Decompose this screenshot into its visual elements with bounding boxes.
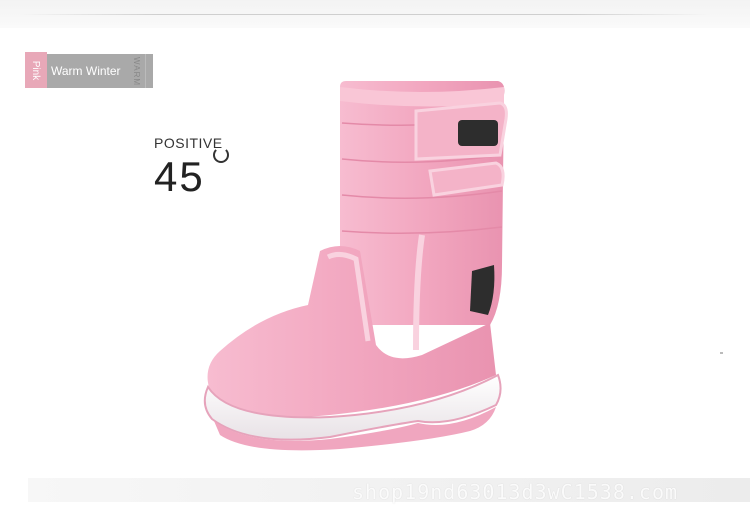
color-label: Pink (30, 60, 42, 80)
product-name: Warm Winter (51, 64, 121, 78)
color-label-box: Pink (25, 52, 47, 88)
watermark: shop19nd63013d3wC1538.com (352, 480, 679, 504)
pink-snow-boot-icon (203, 81, 508, 451)
side-label: WARM (132, 56, 142, 86)
stray-dot (720, 352, 723, 354)
side-label-box: WARM (129, 54, 146, 88)
top-divider (20, 14, 710, 15)
color-tag: Pink Warm Winter WARM (25, 52, 153, 88)
